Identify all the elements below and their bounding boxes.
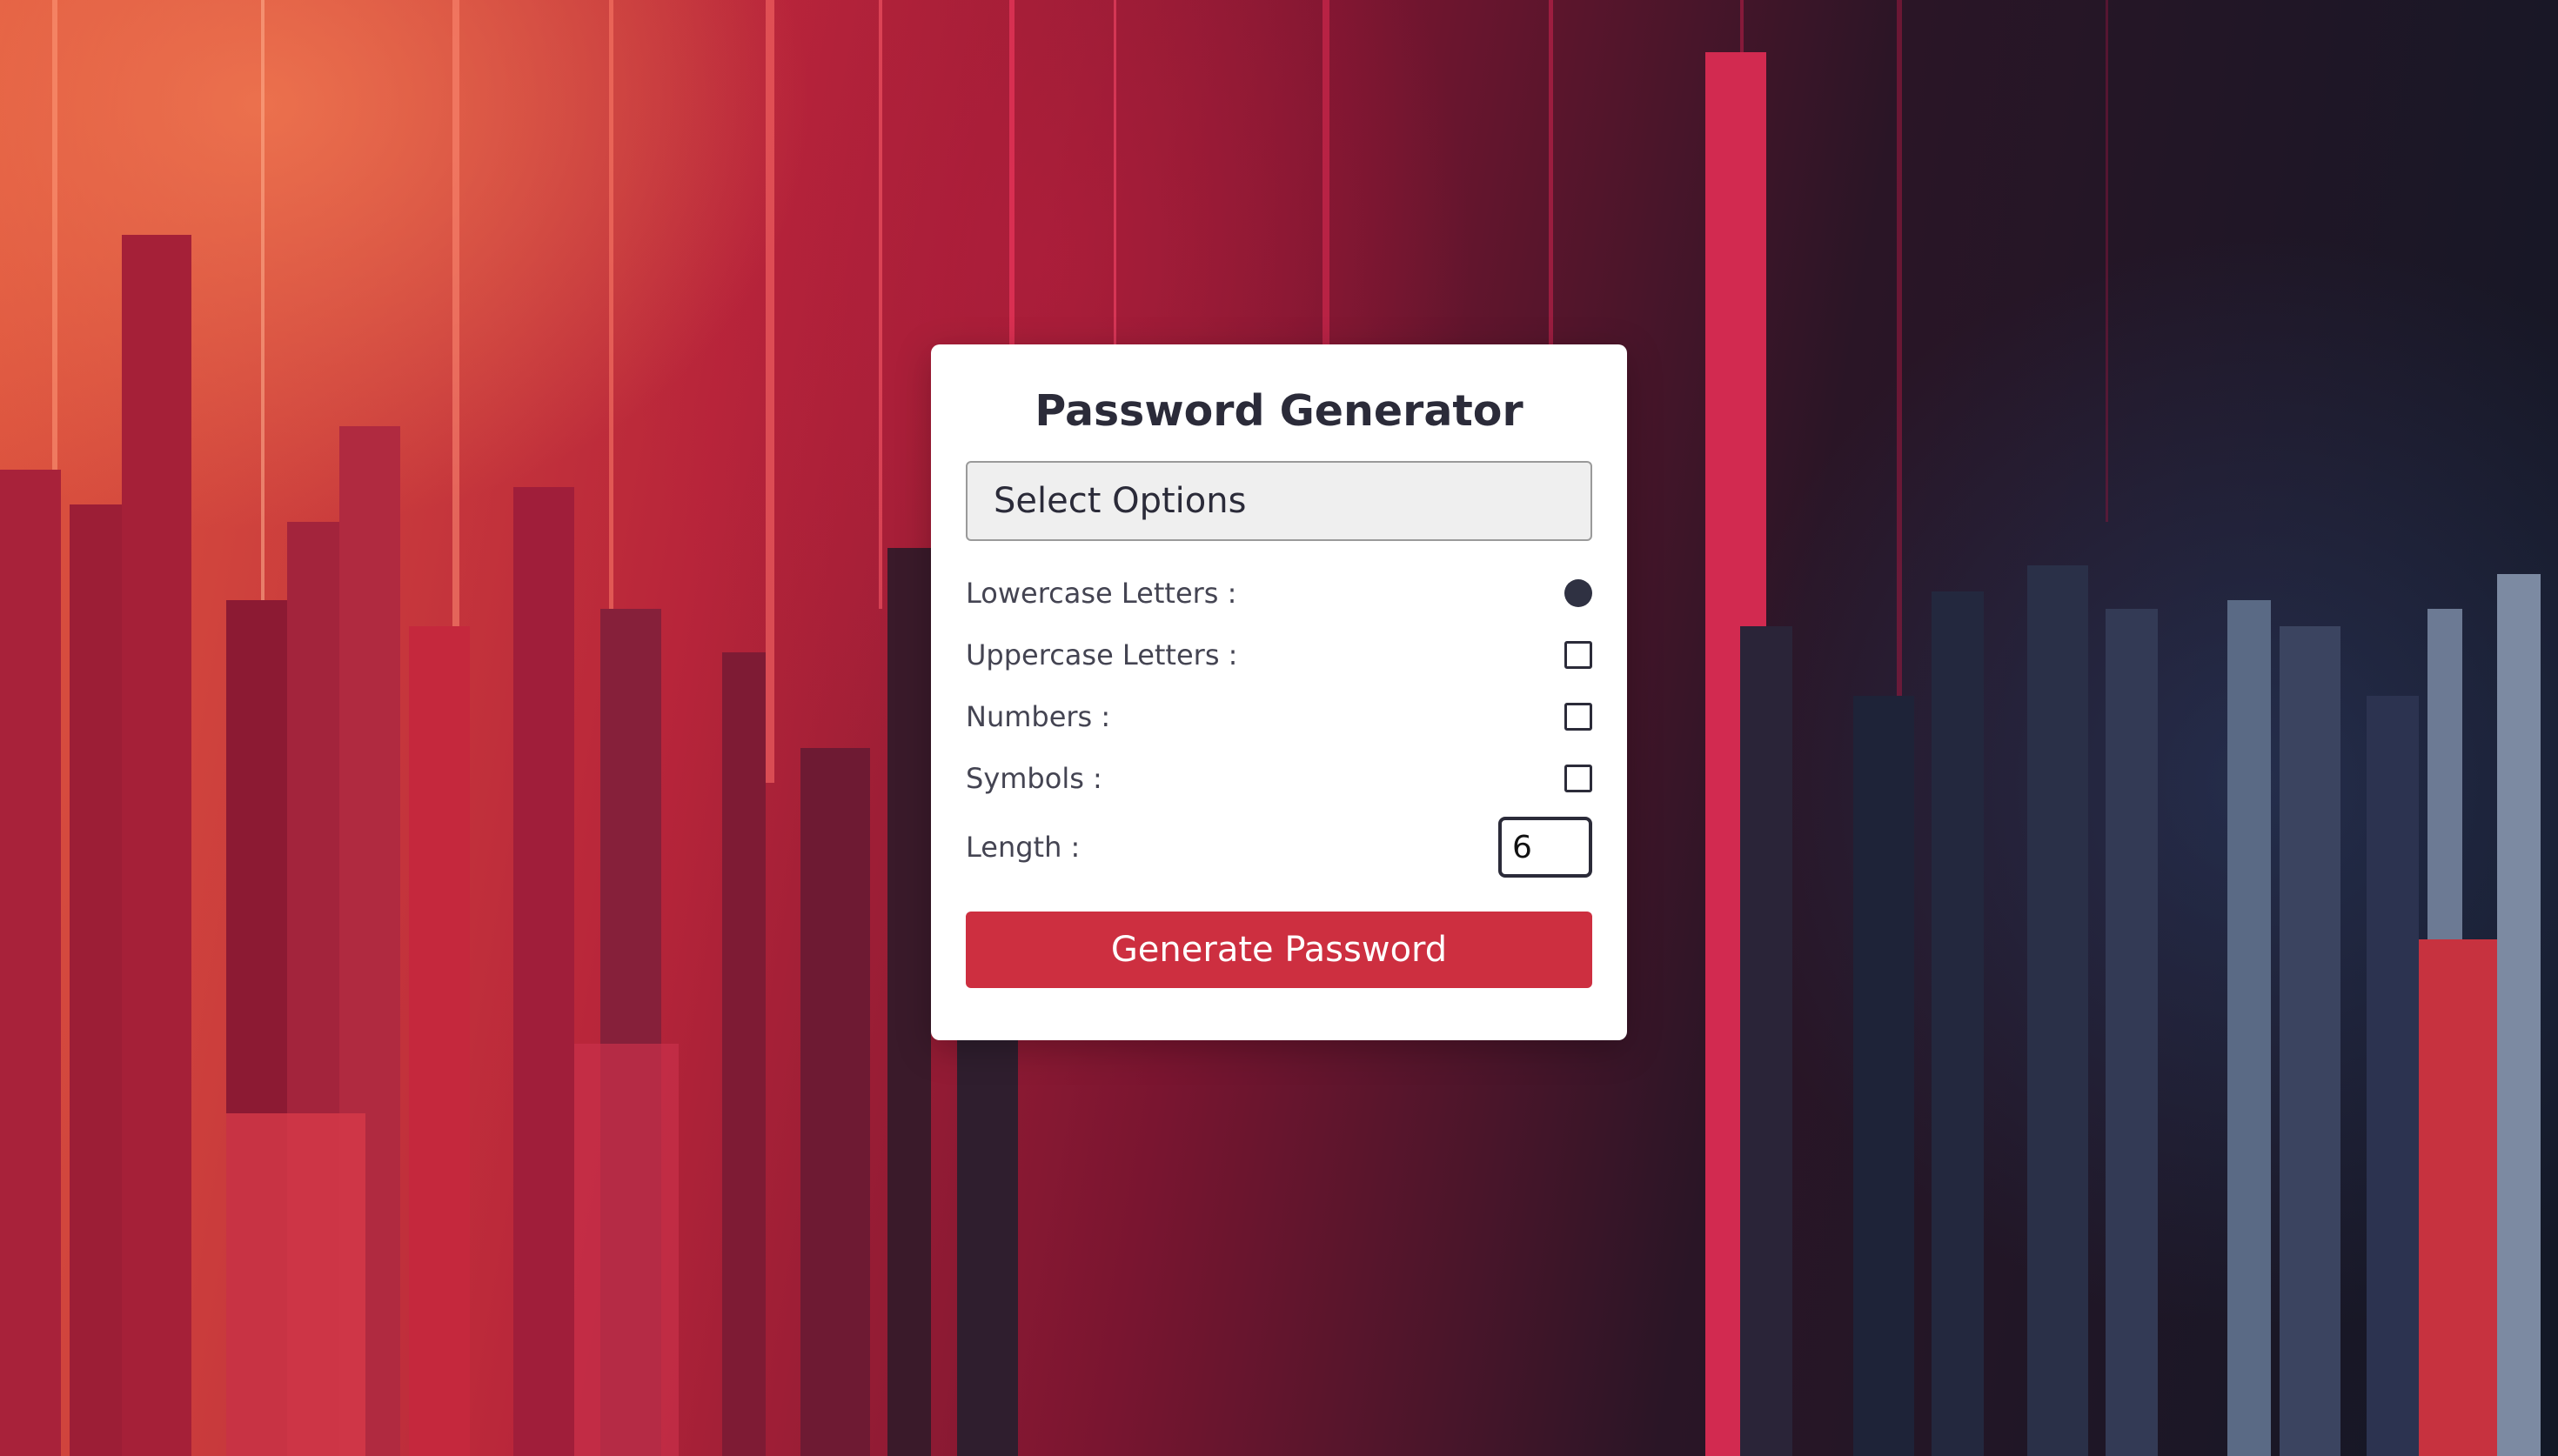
lowercase-radio[interactable] xyxy=(1564,578,1592,607)
length-row: Length : 6 xyxy=(966,814,1592,880)
length-input[interactable]: 6 xyxy=(1498,817,1592,878)
numbers-checkbox[interactable] xyxy=(1564,702,1592,731)
length-value: 6 xyxy=(1512,829,1532,865)
symbols-label: Symbols : xyxy=(966,761,1102,795)
symbols-checkbox[interactable] xyxy=(1564,764,1592,792)
numbers-label: Numbers : xyxy=(966,699,1111,733)
option-row-lowercase: Lowercase Letters : xyxy=(966,562,1592,624)
option-row-uppercase: Uppercase Letters : xyxy=(966,624,1592,685)
option-row-numbers: Numbers : xyxy=(966,685,1592,747)
lowercase-label: Lowercase Letters : xyxy=(966,576,1237,610)
options-select-dropdown[interactable]: Select Options xyxy=(966,461,1592,541)
password-generator-card: Password Generator Select Options Lowerc… xyxy=(931,344,1627,1040)
page-title: Password Generator xyxy=(1035,386,1523,436)
uppercase-label: Uppercase Letters : xyxy=(966,638,1238,671)
uppercase-checkbox[interactable] xyxy=(1564,640,1592,669)
option-row-symbols: Symbols : xyxy=(966,747,1592,809)
generate-password-label: Generate Password xyxy=(1110,930,1448,970)
options-select-label: Select Options xyxy=(994,481,1247,521)
length-label: Length : xyxy=(966,831,1081,864)
generate-password-button[interactable]: Generate Password xyxy=(966,912,1592,988)
